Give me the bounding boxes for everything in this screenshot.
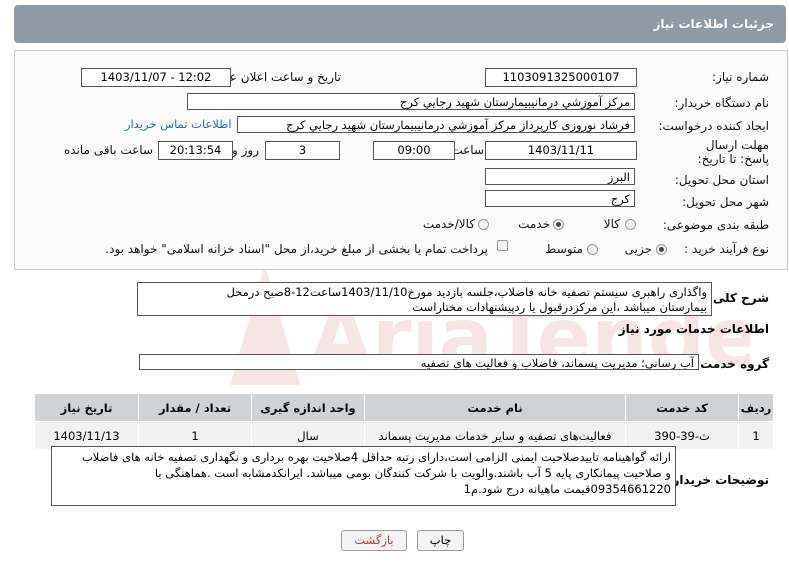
col-service-code: کد خدمت — [625, 393, 739, 422]
deadline-label: مهلت ارسال پاسخ: تا تاریخ: — [697, 138, 769, 166]
process-label: نوع فرآیند خرید : — [684, 242, 769, 256]
summary-line-1: واگذاری راهبری سیستم تصفیه خانه فاضلاب،ج… — [226, 285, 707, 299]
process-option-medium-label: متوسط — [545, 242, 583, 256]
category-option-service-label: خدمت — [518, 217, 550, 231]
services-table: ردیف کد خدمت نام خدمت واحد اندازه گیری ت… — [34, 393, 774, 450]
category-option-goods-radio[interactable] — [625, 219, 636, 230]
contact-info-link[interactable]: اطلاعات تماس خریدار — [125, 117, 232, 131]
print-button[interactable]: چاپ — [417, 530, 464, 551]
col-quantity: تعداد / مقدار — [138, 393, 252, 422]
need-number-field: 1103091325000107 — [485, 68, 637, 87]
province-field: البرز — [485, 168, 635, 185]
days-label: روز و — [232, 143, 259, 157]
category-option-both-label: کالا/خدمت — [422, 217, 475, 231]
process-option-medium-radio[interactable] — [587, 244, 598, 255]
category-label: طبقه بندی موضوعی: — [662, 218, 769, 232]
summary-textbox: واگذاری راهبری سیستم تصفیه خانه فاضلاب،ج… — [137, 282, 712, 316]
remaining-time-field: 20:13:54 — [158, 141, 233, 160]
deadline-date-field: 1403/11/11 — [485, 141, 637, 160]
remaining-label: ساعت باقی مانده — [63, 143, 153, 157]
deadline-time-label: ساعت — [451, 143, 484, 157]
category-option-both-radio[interactable] — [478, 219, 489, 230]
city-label: شهر محل تحویل: — [682, 195, 769, 209]
back-button[interactable]: بازگشت — [341, 530, 407, 551]
page-header: جزئیات اطلاعات نیاز — [14, 5, 786, 43]
announce-field: 1403/11/07 - 12:02 — [81, 68, 231, 87]
need-number-label: شماره نیاز: — [712, 70, 769, 84]
treasury-payment-note: پرداخت تمام یا بخشی از مبلغ خرید،از محل … — [105, 242, 488, 256]
cell-row-number: 1 — [738, 421, 774, 450]
col-service-name: نام خدمت — [364, 393, 626, 422]
process-option-minor-radio[interactable] — [656, 244, 667, 255]
province-label: استان محل تحویل: — [674, 173, 769, 187]
city-field: کرج — [485, 190, 635, 207]
creator-field: فرشاد نوروزی کارپرداز مرکز آموزشي درماني… — [237, 116, 635, 133]
service-group-field: آب رسانی؛ مدیریت پسماند، فاضلاب و فعالیت… — [139, 354, 699, 370]
services-table-header: ردیف کد خدمت نام خدمت واحد اندازه گیری ت… — [34, 393, 774, 422]
services-section-title: اطلاعات خدمات مورد نیاز — [618, 322, 769, 336]
buyer-org-label: نام دستگاه خریدار: — [674, 96, 770, 110]
col-need-date: تاریخ نیاز — [34, 393, 139, 422]
creator-label: ایجاد کننده درخواست: — [658, 119, 769, 133]
col-row-number: ردیف — [738, 393, 774, 422]
deadline-time-field: 09:00 — [373, 141, 455, 160]
page-title: جزئیات اطلاعات نیاز — [653, 17, 774, 31]
days-field: 3 — [265, 141, 340, 160]
buyer-notes-label: توضیحات خریدار: — [667, 473, 769, 487]
buyer-notes-line-3: 09354661220قیمت ماهیانه درج شود.م1 — [463, 482, 671, 496]
buyer-notes-textbox: ارائه گواهینامه تاییدصلاحیت ایمنی الزامی… — [51, 446, 676, 506]
category-option-goods-label: کالا — [603, 217, 620, 231]
category-option-service-radio[interactable] — [553, 219, 564, 230]
summary-line-2: بیمارستان میباشد ،این مرکزدرقبول یا ردپی… — [412, 300, 707, 314]
buyer-org-field: مرکز آموزشي درمانيبيمارستان شهيد رجايي ک… — [187, 93, 635, 110]
col-unit: واحد اندازه گیری — [251, 393, 365, 422]
treasury-payment-checkbox[interactable] — [497, 240, 508, 251]
buyer-notes-line-2: و صلاحیت پیمانکاری پایه 5 آب باشند.والوی… — [154, 466, 671, 480]
service-group-label: گروه خدمت: — [695, 357, 769, 371]
process-option-minor-label: جزیی — [624, 242, 652, 256]
buyer-notes-line-1: ارائه گواهینامه تاییدصلاحیت ایمنی الزامی… — [81, 450, 671, 464]
